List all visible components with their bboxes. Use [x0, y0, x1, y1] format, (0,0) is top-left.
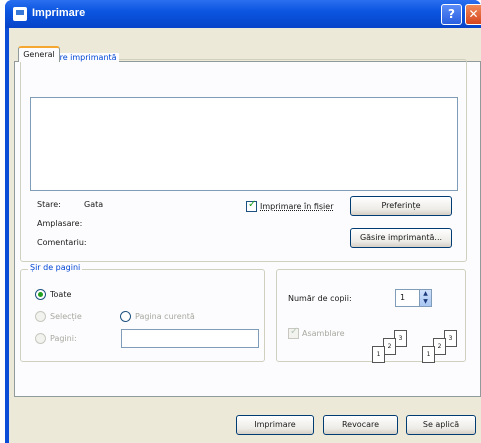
status-label: Stare:	[37, 200, 61, 209]
preferences-button[interactable]: Preferințe	[350, 196, 452, 216]
help-button[interactable]: ?	[441, 4, 462, 25]
all-pages-label[interactable]: Toate	[50, 290, 71, 299]
selection-label[interactable]: Selecție	[50, 312, 82, 321]
spin-down-icon[interactable]: ▼	[420, 298, 431, 306]
title-bar[interactable]: Imprimare ? ✕	[5, 0, 481, 28]
page-range-group-label: Șir de pagini	[28, 263, 83, 272]
collate-sheet: 1	[372, 346, 385, 363]
print-button[interactable]: Imprimare	[236, 415, 314, 435]
selection-radio[interactable]	[35, 311, 46, 322]
copies-spinner[interactable]: ▲ ▼	[420, 289, 432, 307]
comment-label: Comentariu:	[37, 238, 87, 247]
collate-checkbox[interactable]	[288, 326, 299, 339]
collate-illustration-icon: 3 2 1	[372, 330, 416, 370]
current-page-radio[interactable]	[120, 311, 131, 322]
find-printer-button[interactable]: Găsire imprimantă...	[350, 228, 452, 248]
current-page-label[interactable]: Pagina curentă	[135, 312, 195, 321]
status-value: Gata	[84, 200, 104, 209]
pages-radio[interactable]	[35, 333, 46, 344]
printer-icon	[13, 7, 27, 21]
tab-general[interactable]: General	[18, 46, 60, 62]
collate-sheet: 1	[422, 346, 435, 363]
collate-label[interactable]: Asamblare	[302, 329, 345, 338]
cancel-button[interactable]: Revocare	[323, 415, 398, 435]
spin-up-icon[interactable]: ▲	[420, 290, 431, 298]
printer-list[interactable]	[30, 97, 458, 191]
print-to-file-label[interactable]: Imprimare în fișier	[260, 202, 334, 211]
location-label: Amplasare:	[37, 219, 83, 228]
print-to-file-checkbox[interactable]	[246, 199, 257, 212]
copies-input[interactable]: 1	[395, 289, 420, 307]
collate-illustration-icon: 3 2 1	[422, 330, 466, 370]
window-title: Imprimare	[32, 7, 86, 19]
close-button[interactable]: ✕	[465, 4, 481, 25]
apply-button[interactable]: Se aplică	[406, 415, 476, 435]
pages-input[interactable]	[121, 329, 259, 348]
all-pages-radio[interactable]	[35, 289, 46, 300]
pages-label[interactable]: Pagini:	[50, 334, 77, 343]
copies-label: Număr de copii:	[288, 294, 352, 303]
